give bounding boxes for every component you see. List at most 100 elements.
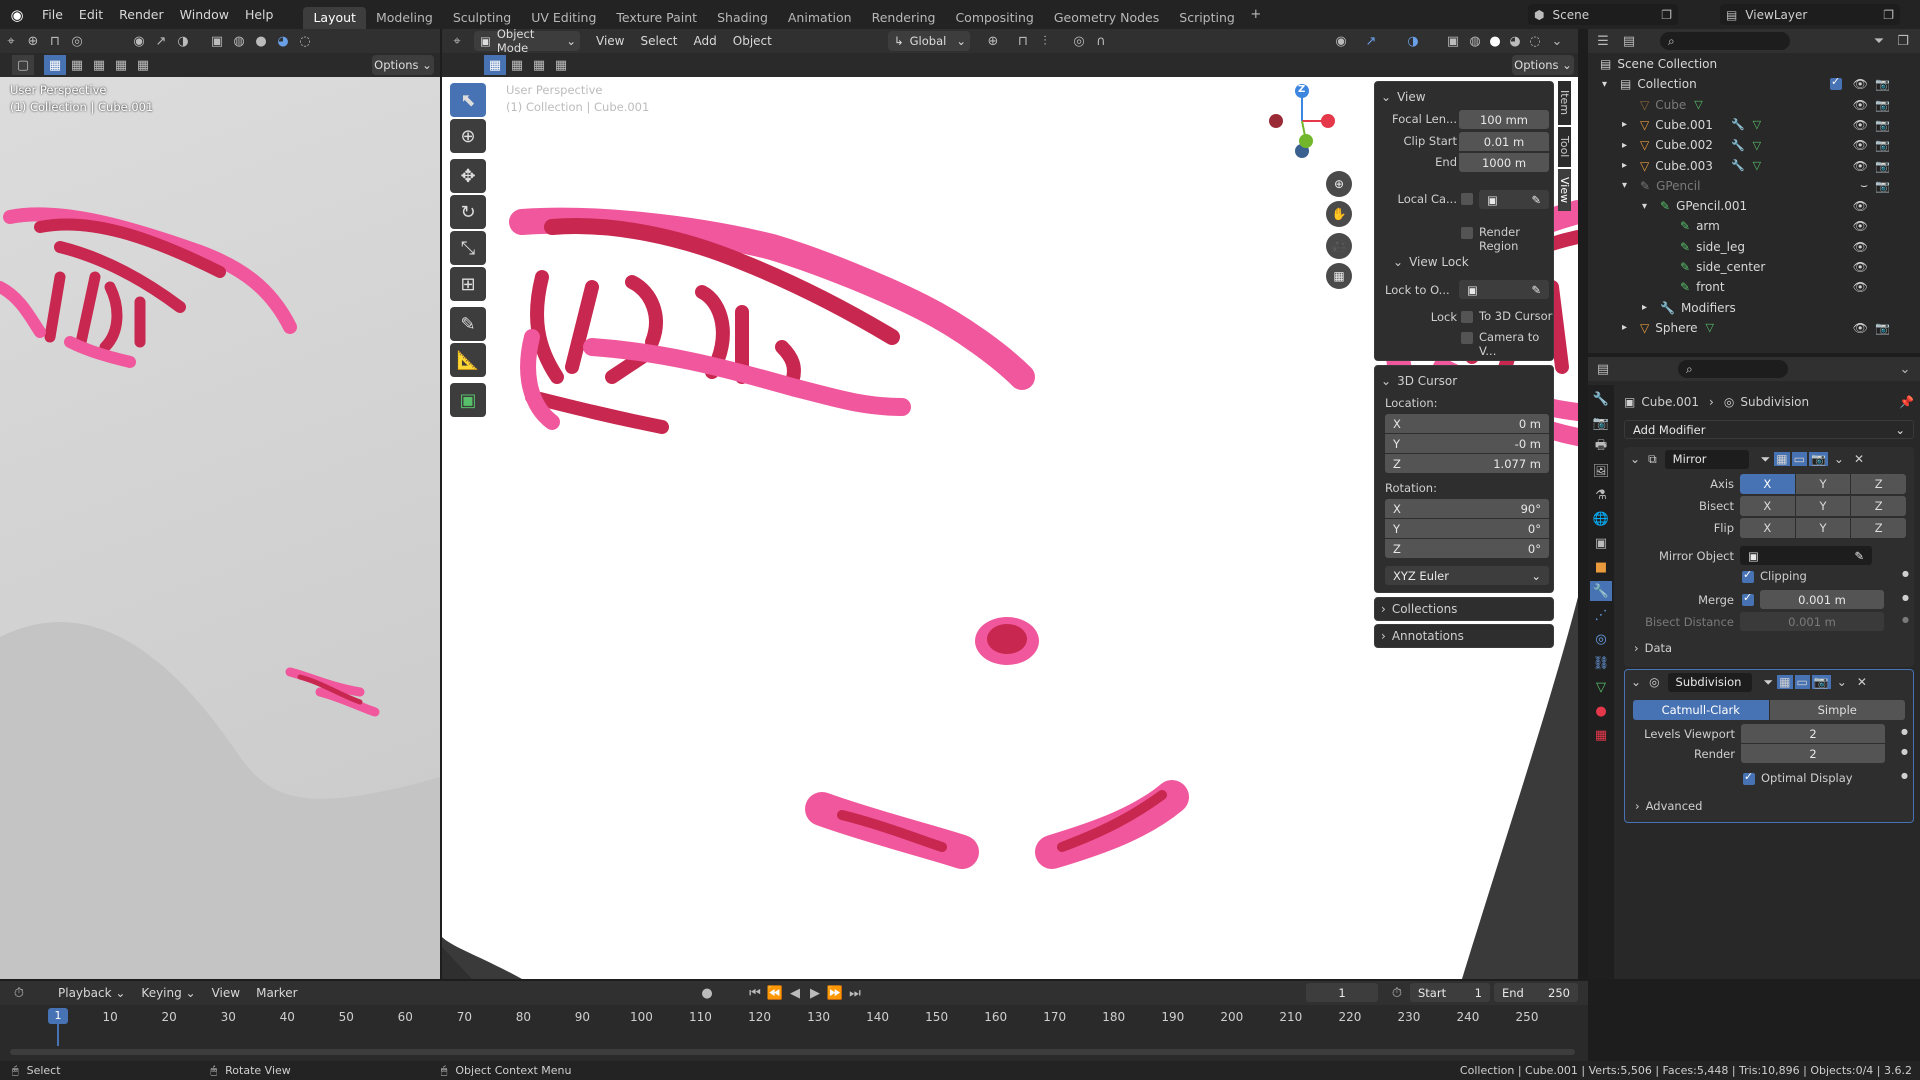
- outliner-row-gpencil[interactable]: ▾ ✎ GPencil ⌣ 📷: [1588, 176, 1898, 196]
- mode-dropdown[interactable]: ▣ Object Mode ⌄: [474, 29, 580, 55]
- clip-end-field[interactable]: 1000 m: [1459, 153, 1549, 172]
- outliner-row-gpencil-001[interactable]: ▾ ✎ GPencil.001 👁: [1588, 196, 1898, 216]
- view-lock-header[interactable]: ⌄ View Lock: [1393, 255, 1469, 269]
- workspace-tab-shading[interactable]: Shading: [707, 7, 778, 29]
- scale-tool-icon[interactable]: ⤡: [450, 231, 486, 265]
- optimal-display-checkbox[interactable]: [1743, 770, 1755, 785]
- new-collection-icon[interactable]: ❐: [1892, 31, 1914, 51]
- main-shading-material-icon[interactable]: ◕: [1504, 31, 1526, 51]
- world-props-icon[interactable]: 🌐: [1590, 509, 1612, 529]
- main-select-mode-new-icon[interactable]: ▦: [484, 55, 506, 75]
- outliner-editor-icon[interactable]: ☰: [1592, 31, 1614, 51]
- render-camera-icon[interactable]: 📷: [1875, 77, 1890, 91]
- workspace-tab-uv-editing[interactable]: UV Editing: [521, 7, 606, 29]
- transform-tool-icon[interactable]: ⊞: [450, 267, 486, 301]
- properties-options-icon[interactable]: ⌄: [1894, 359, 1916, 379]
- add-workspace-icon[interactable]: +: [1245, 5, 1267, 25]
- outliner-row-sphere[interactable]: ▸ ▽ Sphere ▽ 👁 📷: [1588, 318, 1898, 338]
- render-camera-icon[interactable]: 📷: [1875, 138, 1890, 152]
- mirror-flip-x-button[interactable]: X: [1740, 518, 1795, 538]
- tab-item[interactable]: Item: [1558, 81, 1571, 125]
- local-camera-checkbox[interactable]: [1461, 193, 1473, 205]
- main-editor-type-icon[interactable]: ⌖: [446, 31, 468, 51]
- mirror-data-subpanel[interactable]: › Data: [1634, 641, 1672, 655]
- visibility-eye-icon[interactable]: 👁: [1853, 77, 1868, 91]
- bisect-distance-field[interactable]: 0.001 m: [1740, 612, 1884, 631]
- outliner-row-arm[interactable]: ✎ arm 👁: [1588, 216, 1898, 236]
- mesh-data-icon[interactable]: ▽: [1753, 139, 1761, 152]
- gizmo-icon[interactable]: ↗: [150, 31, 172, 51]
- cursor-rot-z-field[interactable]: Z 0°: [1385, 539, 1549, 558]
- view-panel-header[interactable]: ⌄ View: [1381, 88, 1547, 106]
- jump-start-icon[interactable]: ⏮: [744, 983, 766, 1003]
- outliner-row-cube-001[interactable]: ▸ ▽ Cube.001 🔧 ▽ 👁 📷: [1588, 115, 1898, 135]
- visibility-eye-icon[interactable]: 👁: [1853, 159, 1868, 173]
- workspace-tab-texture-paint[interactable]: Texture Paint: [606, 7, 707, 29]
- levels-viewport-field[interactable]: 2: [1741, 724, 1885, 743]
- advanced-subpanel[interactable]: › Advanced: [1635, 799, 1702, 813]
- output-props-icon[interactable]: 🖶: [1590, 437, 1612, 457]
- workspace-tab-layout[interactable]: Layout: [303, 7, 366, 29]
- clipping-checkbox[interactable]: [1742, 568, 1754, 583]
- copy-scene-icon[interactable]: ❐: [1661, 8, 1672, 22]
- preview-range-icon[interactable]: ⏱: [1386, 983, 1408, 1003]
- cursor-panel-header[interactable]: ⌄ 3D Cursor: [1381, 372, 1547, 390]
- shading-render-icon[interactable]: ◌: [294, 31, 316, 51]
- pan-hand-icon[interactable]: ✋: [1326, 201, 1352, 227]
- mesh-data-icon[interactable]: ▽: [1706, 321, 1714, 334]
- subdivision-delete-icon[interactable]: ✕: [1857, 675, 1867, 689]
- lock-eyedropper-icon[interactable]: ✎: [1531, 283, 1541, 297]
- object-props-icon[interactable]: ■: [1590, 557, 1612, 577]
- annotations-panel[interactable]: › Annotations: [1374, 624, 1554, 648]
- material-props-icon[interactable]: ●: [1590, 701, 1612, 721]
- mirror-axis-z-button[interactable]: Z: [1851, 474, 1907, 494]
- mirror-render-icon[interactable]: 📷: [1808, 452, 1828, 466]
- expand-icon[interactable]: ▾: [1602, 79, 1616, 90]
- pin-icon[interactable]: 📌: [1899, 395, 1914, 409]
- timeline-editor-icon[interactable]: ⏱: [8, 983, 30, 1003]
- subdivision-editmode-icon[interactable]: ⏷: [1764, 675, 1774, 690]
- cursor-tool-icon[interactable]: ⊕: [450, 119, 486, 153]
- visibility-eye-icon[interactable]: 👁: [1853, 321, 1868, 335]
- filter-icon[interactable]: ⏷: [1868, 31, 1890, 51]
- workspace-tab-animation[interactable]: Animation: [778, 7, 862, 29]
- visibility-eye-icon[interactable]: 👁: [1853, 138, 1868, 152]
- cursor-rot-x-field[interactable]: X 90°: [1385, 499, 1549, 518]
- local-camera-field[interactable]: ▣ ✎: [1479, 190, 1549, 209]
- visibility-eye-icon[interactable]: 👁: [1853, 219, 1868, 233]
- render-levels-keyframe-icon[interactable]: ●: [1901, 747, 1908, 756]
- current-frame-field[interactable]: 1: [1306, 983, 1378, 1002]
- constraints-props-icon[interactable]: ⛓: [1590, 653, 1612, 673]
- mirror-bisect-y-button[interactable]: Y: [1795, 496, 1851, 516]
- outliner-row-collection[interactable]: ▾ ▤ Collection 👁 📷: [1588, 74, 1898, 94]
- main-gizmo-icon[interactable]: ↗: [1360, 31, 1382, 51]
- navigation-gizmo[interactable]: Z: [1262, 81, 1342, 161]
- left-viewport-canvas[interactable]: User Perspective (1) Collection | Cube.0…: [0, 77, 440, 979]
- mirror-viewport-icon[interactable]: ▭: [1791, 452, 1807, 466]
- play-reverse-icon[interactable]: ◀: [784, 983, 806, 1003]
- menu-file[interactable]: File: [34, 0, 71, 29]
- menu-edit[interactable]: Edit: [71, 0, 111, 29]
- editor-type-icon[interactable]: ⌖: [0, 31, 22, 51]
- timeline-scrollbar[interactable]: [10, 1049, 1575, 1055]
- mirror-bisect-x-button[interactable]: X: [1740, 496, 1795, 516]
- simple-button[interactable]: Simple: [1769, 700, 1905, 720]
- scene-selector[interactable]: ⬢ Scene ❐: [1528, 4, 1678, 25]
- clip-start-field[interactable]: 0.01 m: [1459, 132, 1549, 151]
- physics-props-icon[interactable]: ◎: [1590, 629, 1612, 649]
- merge-keyframe-icon[interactable]: ●: [1902, 593, 1909, 602]
- render-props-icon[interactable]: 📷: [1590, 413, 1612, 433]
- merge-distance-field[interactable]: 0.001 m: [1760, 590, 1884, 609]
- expand-icon[interactable]: ▸: [1642, 302, 1656, 313]
- mirror-object-field[interactable]: ▣ ✎: [1740, 546, 1872, 565]
- data-props-icon[interactable]: ▽: [1590, 677, 1612, 697]
- levels-keyframe-icon[interactable]: ●: [1901, 727, 1908, 736]
- copy-viewlayer-icon[interactable]: ❐: [1883, 8, 1894, 22]
- clipping-keyframe-icon[interactable]: ●: [1902, 569, 1909, 578]
- annotate-tool-icon[interactable]: ✎: [450, 307, 486, 341]
- render-camera-icon[interactable]: 📷: [1875, 159, 1890, 173]
- main-xray-icon[interactable]: ▣: [1442, 31, 1464, 51]
- timeline-menu-keying[interactable]: Keying ⌄: [133, 981, 203, 1005]
- workspace-tab-compositing[interactable]: Compositing: [945, 7, 1043, 29]
- workspace-tab-scripting[interactable]: Scripting: [1169, 7, 1245, 29]
